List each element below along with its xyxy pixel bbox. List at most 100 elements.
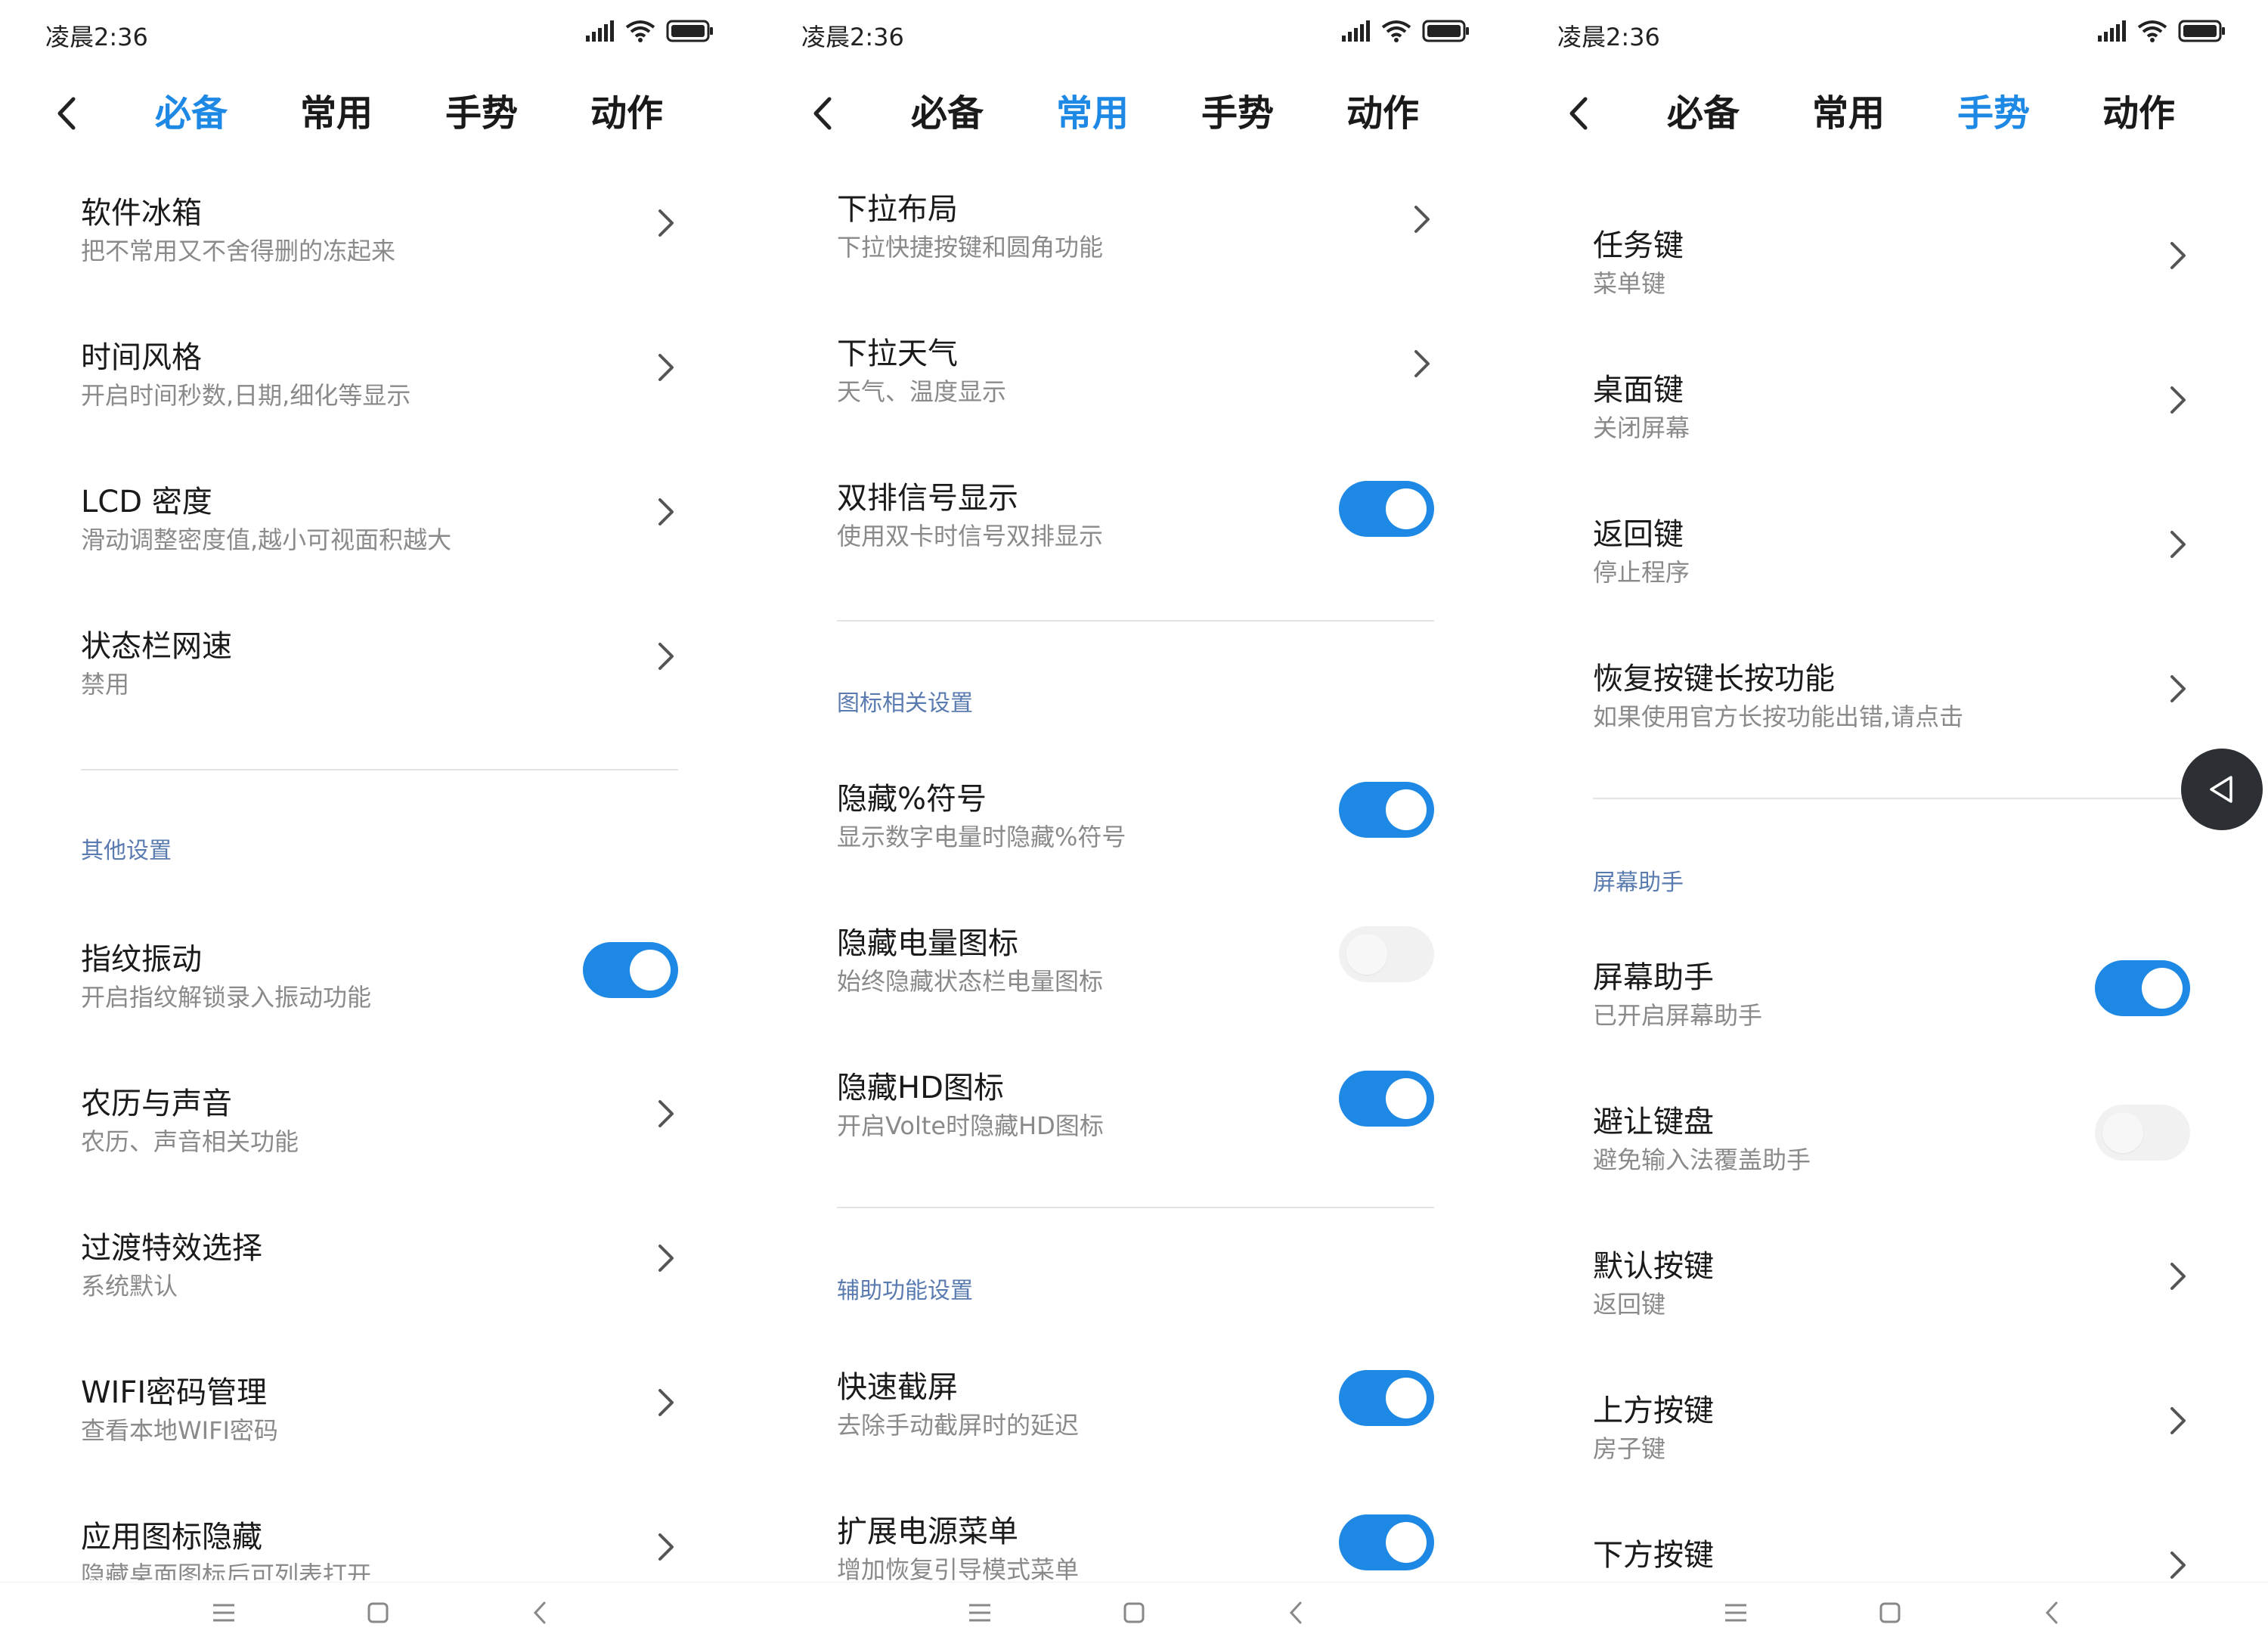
home-square-icon: [1123, 1602, 1145, 1623]
tab-actions[interactable]: 动作: [2102, 91, 2175, 136]
setting-extended-power-menu[interactable]: 扩展电源菜单 增加恢复引导模式菜单: [837, 1481, 1434, 1580]
setting-statusbar-speed[interactable]: 状态栏网速 禁用: [81, 596, 678, 717]
status-time: 凌晨2:36: [45, 23, 148, 51]
setting-screen-assistant[interactable]: 屏幕助手 已开启屏幕助手: [1593, 927, 2190, 1048]
toggle-switch[interactable]: [1339, 926, 1434, 982]
divider: [1593, 798, 2190, 799]
setting-title: 返回键: [1593, 517, 1684, 552]
floating-assistant-button[interactable]: [2181, 749, 2263, 830]
tab-common[interactable]: 常用: [1812, 91, 1885, 136]
setting-title: 软件冰箱: [81, 196, 202, 231]
setting-fingerprint-vibration[interactable]: 指纹振动 开启指纹解锁录入振动功能: [81, 909, 678, 1030]
tab-common[interactable]: 常用: [1056, 91, 1129, 136]
back-arrow-icon: [1289, 1601, 1302, 1624]
chevron-right-icon: [2170, 1552, 2186, 1579]
setting-pulldown-layout[interactable]: 下拉布局 下拉快捷按键和圆角功能: [837, 159, 1434, 280]
setting-subtitle: 开启时间秒数,日期,细化等显示: [81, 381, 411, 410]
setting-hide-app-icon[interactable]: 应用图标隐藏 隐藏桌面图标后可列表打开: [81, 1486, 678, 1580]
setting-title: 默认按键: [1593, 1249, 1714, 1284]
tab-actions[interactable]: 动作: [590, 91, 663, 136]
setting-lcd-density[interactable]: LCD 密度 滑动调整密度值,越小可视面积越大: [81, 451, 678, 572]
setting-subtitle: 天气、温度显示: [837, 377, 1007, 406]
setting-transition-effect[interactable]: 过渡特效选择 系统默认: [81, 1198, 678, 1319]
toggle-knob: [1386, 789, 1427, 830]
setting-down-key[interactable]: 下方按键 菜单键: [1593, 1505, 2190, 1580]
tab-common[interactable]: 常用: [300, 91, 373, 136]
nav-back-button[interactable]: [523, 1596, 556, 1629]
setting-hide-percent[interactable]: 隐藏%符号 显示数字电量时隐藏%符号: [837, 749, 1434, 870]
menu-icon: [213, 1604, 234, 1622]
setting-subtitle: 始终隐藏状态栏电量图标: [837, 967, 1104, 996]
setting-title: 时间风格: [81, 340, 202, 375]
setting-default-key[interactable]: 默认按键 返回键: [1593, 1216, 2190, 1337]
back-button[interactable]: [44, 91, 89, 136]
tab-gestures[interactable]: 手势: [1957, 91, 2030, 136]
menu-icon: [1725, 1604, 1746, 1622]
toggle-switch[interactable]: [1339, 1370, 1434, 1426]
toggle-switch[interactable]: [2095, 1105, 2190, 1161]
setting-up-key[interactable]: 上方按键 房子键: [1593, 1360, 2190, 1481]
chevron-right-icon: [2170, 675, 2186, 702]
setting-subtitle: 禁用: [81, 670, 130, 699]
nav-menu-button[interactable]: [963, 1596, 996, 1629]
toggle-switch[interactable]: [583, 942, 678, 998]
toggle-switch[interactable]: [2095, 960, 2190, 1016]
tab-gestures[interactable]: 手势: [1201, 91, 1274, 136]
tab-essentials[interactable]: 必备: [911, 91, 984, 136]
nav-back-button[interactable]: [2035, 1596, 2068, 1629]
chevron-right-icon: [2170, 386, 2186, 414]
setting-subtitle: 滑动调整密度值,越小可视面积越大: [81, 525, 452, 554]
setting-lunar-sound[interactable]: 农历与声音 农历、声音相关功能: [81, 1053, 678, 1174]
status-bar: 凌晨2:36: [0, 0, 756, 68]
setting-restore-longpress[interactable]: 恢复按键长按功能 如果使用官方长按功能出错,请点击: [1593, 628, 2190, 749]
setting-app-freezer[interactable]: 软件冰箱 把不常用又不舍得删的冻起来: [81, 163, 678, 284]
setting-task-key[interactable]: 任务键 菜单键: [1593, 195, 2190, 316]
setting-title: 快速截屏: [837, 1370, 958, 1405]
toggle-knob: [1386, 1522, 1427, 1563]
back-arrow-icon: [533, 1601, 546, 1624]
tab-essentials[interactable]: 必备: [155, 91, 228, 136]
setting-time-style[interactable]: 时间风格 开启时间秒数,日期,细化等显示: [81, 307, 678, 428]
back-arrow-icon: [2045, 1601, 2058, 1624]
status-bar: 凌晨2:36: [756, 0, 1512, 68]
setting-title: 扩展电源菜单: [837, 1514, 1018, 1549]
back-button[interactable]: [800, 91, 845, 136]
toggle-knob: [1386, 1378, 1427, 1418]
setting-avoid-keyboard[interactable]: 避让键盘 避免输入法覆盖助手: [1593, 1071, 2190, 1192]
setting-title: 指纹振动: [81, 942, 202, 977]
toggle-switch[interactable]: [1339, 1514, 1434, 1570]
setting-hide-battery-icon[interactable]: 隐藏电量图标 始终隐藏状态栏电量图标: [837, 893, 1434, 1014]
setting-subtitle: 已开启屏幕助手: [1593, 1001, 1763, 1030]
divider: [837, 620, 1434, 622]
chevron-right-icon: [2170, 1407, 2186, 1434]
chevron-left-icon: [57, 97, 76, 130]
setting-back-key[interactable]: 返回键 停止程序: [1593, 484, 2190, 605]
toggle-switch[interactable]: [1339, 1071, 1434, 1127]
setting-title: 桌面键: [1593, 373, 1684, 408]
setting-wifi-password[interactable]: WIFI密码管理 查看本地WIFI密码: [81, 1342, 678, 1463]
status-time: 凌晨2:36: [801, 23, 904, 51]
setting-title: WIFI密码管理: [81, 1375, 268, 1410]
setting-title: 过渡特效选择: [81, 1231, 262, 1266]
setting-subtitle: 把不常用又不舍得删的冻起来: [81, 237, 396, 265]
back-button[interactable]: [1556, 91, 1601, 136]
tab-actions[interactable]: 动作: [1346, 91, 1419, 136]
nav-menu-button[interactable]: [207, 1596, 240, 1629]
setting-pulldown-weather[interactable]: 下拉天气 天气、温度显示: [837, 303, 1434, 424]
tab-gestures[interactable]: 手势: [445, 91, 518, 136]
setting-title: 隐藏电量图标: [837, 926, 1018, 961]
nav-home-button[interactable]: [1117, 1596, 1151, 1629]
nav-menu-button[interactable]: [1719, 1596, 1752, 1629]
setting-home-key[interactable]: 桌面键 关闭屏幕: [1593, 339, 2190, 460]
section-header-other: 其他设置: [81, 838, 172, 864]
nav-home-button[interactable]: [1873, 1596, 1907, 1629]
setting-hide-hd-icon[interactable]: 隐藏HD图标 开启Volte时隐藏HD图标: [837, 1037, 1434, 1158]
setting-quick-screenshot[interactable]: 快速截屏 去除手动截屏时的延迟: [837, 1337, 1434, 1458]
nav-back-button[interactable]: [1279, 1596, 1312, 1629]
nav-bar: [756, 1582, 1512, 1643]
toggle-switch[interactable]: [1339, 782, 1434, 838]
setting-dual-signal[interactable]: 双排信号显示 使用双卡时信号双排显示: [837, 448, 1434, 569]
toggle-switch[interactable]: [1339, 481, 1434, 537]
nav-home-button[interactable]: [361, 1596, 395, 1629]
tab-essentials[interactable]: 必备: [1667, 91, 1740, 136]
